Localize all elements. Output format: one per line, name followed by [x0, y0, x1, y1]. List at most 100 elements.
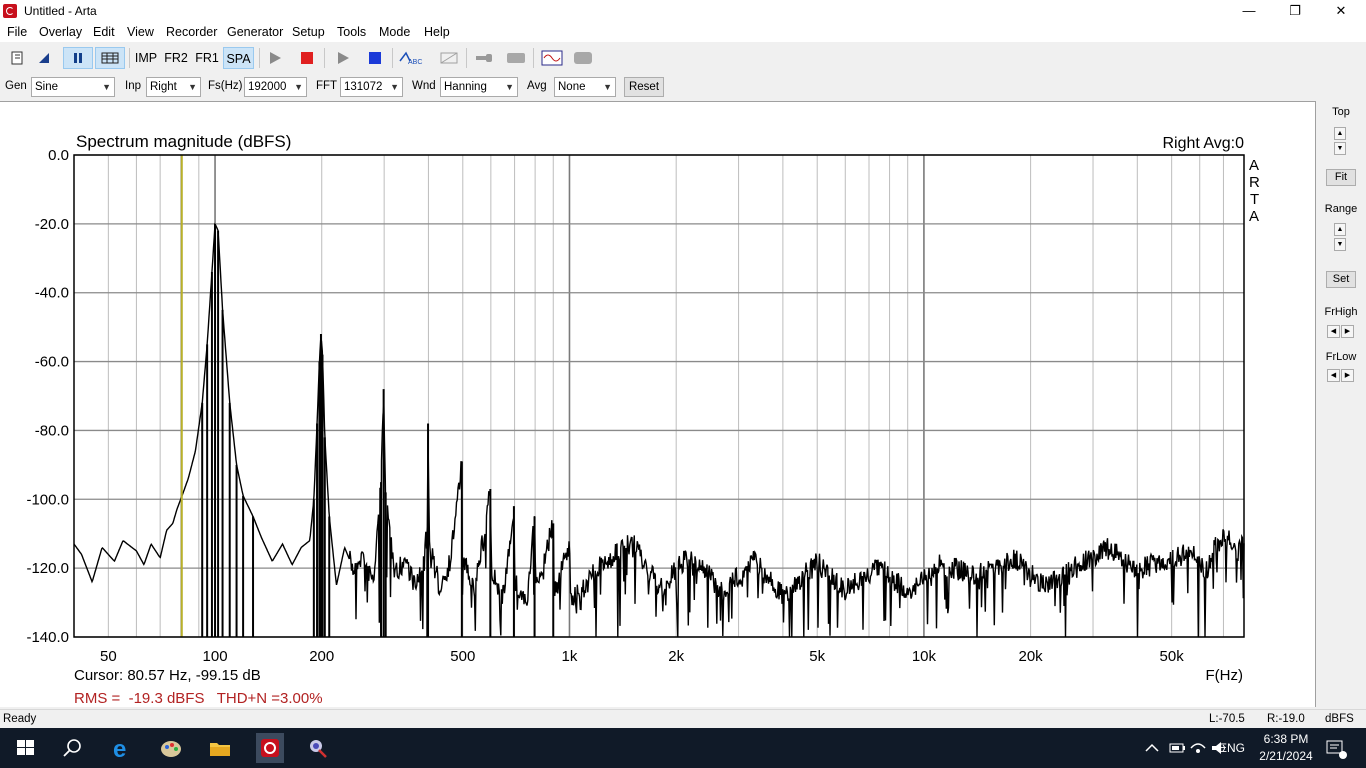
- arta-taskbar-icon[interactable]: [256, 733, 284, 763]
- menu-tools[interactable]: Tools: [337, 25, 366, 39]
- record-stop-icon[interactable]: [363, 47, 387, 69]
- disabled-tool-icon[interactable]: [437, 47, 461, 69]
- stop-icon[interactable]: [295, 47, 319, 69]
- menu-recorder[interactable]: Recorder: [166, 25, 217, 39]
- x-tick-label: 50k: [1160, 648, 1185, 665]
- play-icon[interactable]: [263, 47, 287, 69]
- reset-button[interactable]: Reset: [624, 77, 664, 97]
- svg-text:e: e: [113, 736, 126, 760]
- x-tick-label: 500: [450, 648, 475, 665]
- pause-icon[interactable]: [63, 47, 93, 69]
- frhigh-label: FrHigh: [1324, 306, 1358, 318]
- menu-setup[interactable]: Setup: [292, 25, 325, 39]
- menu-overlay[interactable]: Overlay: [39, 25, 82, 39]
- y-tick-label: -120.0: [26, 560, 69, 577]
- chevron-down-icon: ▼: [390, 82, 399, 92]
- y-tick-label: -20.0: [35, 216, 69, 233]
- generator-value: Sine: [35, 81, 59, 93]
- fft-size-select[interactable]: 131072 ▼: [340, 77, 403, 97]
- windows-start-icon[interactable]: [13, 736, 39, 760]
- clock-date[interactable]: 2/21/2024: [1256, 749, 1316, 763]
- generator-select[interactable]: Sine ▼: [31, 77, 115, 97]
- sample-rate-select[interactable]: 192000 ▼: [244, 77, 307, 97]
- y-tick-label: -40.0: [35, 285, 69, 302]
- range-down-arrow-icon[interactable]: ▼: [1334, 238, 1346, 251]
- probe-icon[interactable]: [472, 47, 496, 69]
- y-tick-label: -100.0: [26, 491, 69, 508]
- chevron-down-icon: ▼: [603, 82, 612, 92]
- abc-text: ABC: [408, 59, 422, 66]
- menu-generator[interactable]: Generator: [227, 25, 283, 39]
- fit-button[interactable]: Fit: [1326, 169, 1356, 186]
- frhigh-right-arrow-icon[interactable]: ▶: [1341, 325, 1354, 338]
- clock-time[interactable]: 6:38 PM: [1262, 732, 1310, 746]
- average-value: None: [558, 81, 586, 93]
- calibrate-icon[interactable]: [504, 47, 528, 69]
- side-panel: Top ▲ ▼ Fit Range ▲ ▼ Set FrHigh ◀ ▶ FrL…: [1316, 101, 1366, 707]
- brand-letter-a1: A: [1249, 157, 1259, 174]
- close-button[interactable]: ✕: [1318, 0, 1364, 22]
- y-tick-label: 0.0: [48, 147, 69, 164]
- frlow-right-arrow-icon[interactable]: ▶: [1341, 369, 1354, 382]
- fr2-mode-button[interactable]: FR2: [162, 47, 190, 69]
- open-file-icon[interactable]: [33, 47, 55, 69]
- search-icon[interactable]: [60, 736, 86, 760]
- menu-edit[interactable]: Edit: [93, 25, 115, 39]
- menu-mode[interactable]: Mode: [379, 25, 410, 39]
- paint-app-icon[interactable]: [158, 736, 184, 760]
- average-select[interactable]: None ▼: [554, 77, 616, 97]
- x-tick-label: 1k: [562, 648, 578, 665]
- y-tick-label: -140.0: [26, 629, 69, 646]
- minimize-button[interactable]: —: [1226, 0, 1272, 22]
- device-icon[interactable]: [571, 47, 595, 69]
- abc-generator-icon[interactable]: ABC: [397, 47, 423, 69]
- top-down-arrow-icon[interactable]: ▼: [1334, 142, 1346, 155]
- table-view-icon[interactable]: [95, 47, 125, 69]
- imp-mode-button[interactable]: IMP: [132, 47, 160, 69]
- spectrum-plot-panel[interactable]: 0.0 -20.0 -40.0 -60.0 -80.0 -100.0 -120.0 -140.…: [0, 101, 1316, 707]
- edge-browser-icon[interactable]: e: [110, 736, 136, 763]
- maximize-button[interactable]: ❐: [1272, 0, 1318, 22]
- spa-mode-button[interactable]: SPA: [223, 47, 254, 69]
- x-tick-label: 2k: [668, 648, 684, 665]
- menu-file[interactable]: File: [7, 25, 27, 39]
- record-play-icon[interactable]: [331, 47, 355, 69]
- level-unit: dBFS: [1325, 713, 1354, 725]
- y-tick-label: -60.0: [35, 354, 69, 371]
- frlow-left-arrow-icon[interactable]: ◀: [1327, 369, 1340, 382]
- x-tick-label: 100: [203, 648, 228, 665]
- top-label: Top: [1332, 106, 1350, 118]
- range-up-arrow-icon[interactable]: ▲: [1334, 223, 1346, 236]
- cursor-readout: Cursor: 80.57 Hz, -99.15 dB: [74, 667, 261, 684]
- range-label: Range: [1324, 203, 1358, 215]
- y-tick-label: -80.0: [35, 422, 69, 439]
- menu-help[interactable]: Help: [424, 25, 450, 39]
- menu-view[interactable]: View: [127, 25, 154, 39]
- window-select[interactable]: Hanning ▼: [440, 77, 518, 97]
- gen-label: Gen: [5, 80, 27, 92]
- brand-letter-a2: A: [1249, 208, 1259, 225]
- fr1-mode-button[interactable]: FR1: [193, 47, 221, 69]
- notification-icon[interactable]: [1322, 736, 1348, 760]
- rms-thd-readout: RMS = -19.3 dBFS THD+N =3.00%: [74, 690, 323, 707]
- spectrum-chart[interactable]: 0.0 -20.0 -40.0 -60.0 -80.0 -100.0 -120.0 -140.…: [0, 102, 1314, 707]
- set-button[interactable]: Set: [1326, 271, 1356, 288]
- language-indicator[interactable]: ENG: [1219, 741, 1245, 755]
- chart-title: Spectrum magnitude (dBFS): [76, 132, 291, 151]
- avg-label: Avg: [527, 80, 547, 92]
- x-tick-label: 10k: [912, 648, 937, 665]
- top-up-arrow-icon[interactable]: ▲: [1334, 127, 1346, 140]
- file-explorer-icon[interactable]: [207, 736, 233, 760]
- x-axis-label: F(Hz): [1206, 667, 1244, 684]
- chevron-up-icon[interactable]: [1142, 736, 1168, 760]
- audio-tool-icon[interactable]: [305, 736, 331, 760]
- left-level: L:-70.5: [1209, 713, 1245, 725]
- new-file-icon[interactable]: [6, 47, 28, 69]
- waveform-icon[interactable]: [540, 47, 564, 69]
- frhigh-left-arrow-icon[interactable]: ◀: [1327, 325, 1340, 338]
- input-select[interactable]: Right ▼: [146, 77, 201, 97]
- fft-size-value: 131072: [344, 81, 383, 93]
- fft-label: FFT: [316, 80, 338, 92]
- chevron-down-icon: ▼: [102, 82, 111, 92]
- x-tick-label: 20k: [1019, 648, 1044, 665]
